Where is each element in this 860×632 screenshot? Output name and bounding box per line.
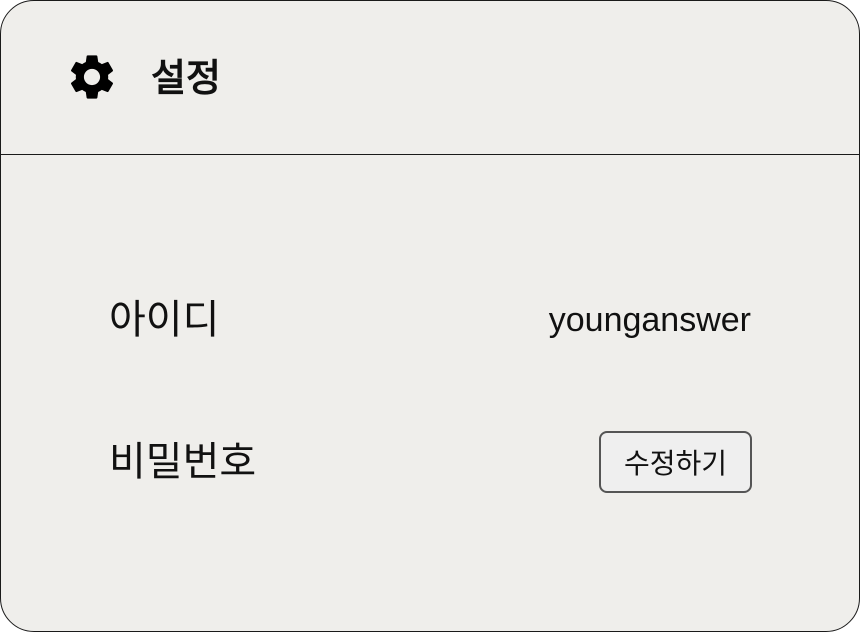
- settings-panel: 설정 아이디 younganswer 비밀번호 수정하기: [0, 0, 860, 632]
- id-value: younganswer: [548, 301, 751, 339]
- page-title: 설정: [151, 56, 221, 100]
- id-label: 아이디: [109, 297, 220, 343]
- edit-password-button[interactable]: 수정하기: [599, 431, 752, 493]
- gear-icon: [65, 50, 119, 104]
- settings-header: 설정: [1, 1, 859, 155]
- password-label: 비밀번호: [109, 439, 257, 485]
